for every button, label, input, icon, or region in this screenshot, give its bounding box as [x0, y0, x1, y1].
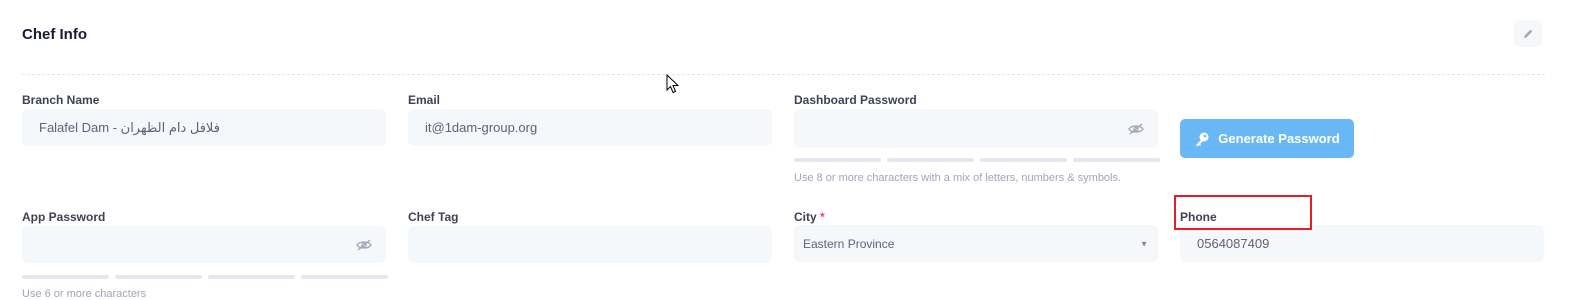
generate-password-label: Generate Password [1218, 131, 1340, 146]
dashboard-password-strength-meter [794, 158, 1160, 162]
required-mark: * [820, 210, 825, 224]
chef-tag-input[interactable] [408, 226, 772, 263]
dashboard-password-hint: Use 8 or more characters with a mix of l… [794, 172, 1122, 184]
branch-name-input[interactable]: Falafel Dam - فلافل دام الظهران [22, 109, 386, 146]
email-label: Email [408, 93, 441, 107]
caret-down-icon: ▼ [1140, 239, 1148, 248]
eye-slash-icon[interactable] [356, 239, 372, 251]
card-title: Chef Info [22, 26, 87, 43]
key-icon [1196, 132, 1209, 146]
city-select[interactable]: Eastern Province ▼ [794, 225, 1158, 262]
eye-slash-icon[interactable] [1128, 123, 1144, 135]
email-input[interactable]: it@1dam-group.org [408, 109, 772, 146]
highlight-box [1174, 195, 1312, 230]
chef-tag-label: Chef Tag [408, 210, 459, 224]
city-select-value: Eastern Province [803, 236, 895, 251]
city-label-text: City [794, 210, 817, 224]
email-value: it@1dam-group.org [425, 120, 538, 135]
branch-name-label: Branch Name [22, 93, 100, 107]
branch-name-value: Falafel Dam - فلافل دام الظهران [39, 119, 220, 135]
app-password-input[interactable] [22, 226, 386, 263]
city-label: City * [794, 210, 825, 224]
phone-value: 0564087409 [1197, 236, 1270, 251]
phone-input[interactable]: 0564087409 [1180, 225, 1544, 262]
mouse-cursor-icon [666, 74, 680, 94]
app-password-label: App Password [22, 210, 106, 224]
app-password-strength-meter [22, 275, 388, 279]
edit-button[interactable] [1514, 20, 1542, 47]
dashboard-password-input[interactable] [794, 109, 1158, 148]
dashboard-password-label: Dashboard Password [794, 93, 917, 107]
app-password-hint: Use 6 or more characters [22, 288, 147, 300]
pencil-icon [1524, 29, 1533, 38]
section-divider [22, 74, 1545, 75]
generate-password-button[interactable]: Generate Password [1180, 119, 1354, 158]
